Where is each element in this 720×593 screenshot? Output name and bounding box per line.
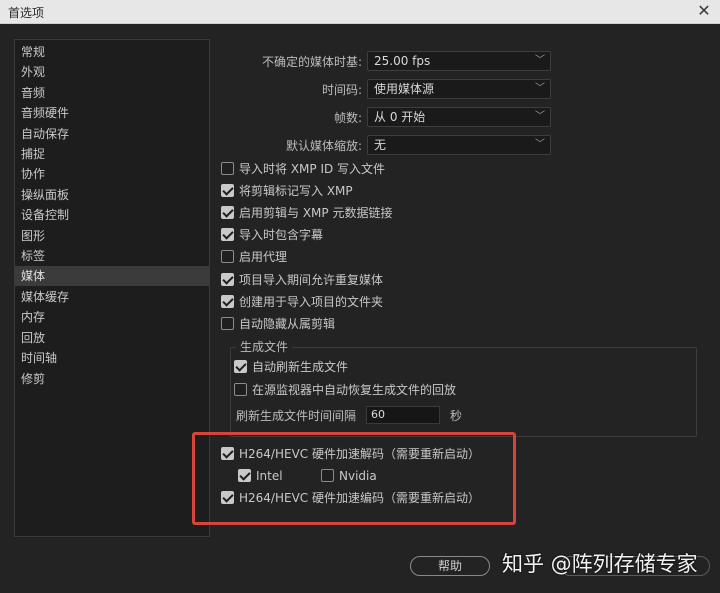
- frames-value: 从 0 开始: [374, 110, 426, 124]
- proxy-label: 启用代理: [239, 250, 288, 264]
- auto-refresh-checkbox[interactable]: [234, 360, 247, 373]
- chevron-down-icon: ﹀: [535, 111, 545, 122]
- proxy-checkbox[interactable]: [221, 250, 234, 263]
- sidebar-item-memory[interactable]: 内存: [15, 307, 209, 327]
- scale-dropdown[interactable]: 无 ﹀: [367, 135, 551, 155]
- sidebar-item-audio-hardware[interactable]: 音频硬件: [15, 103, 209, 123]
- sidebar-item-appearance[interactable]: 外观: [15, 62, 209, 82]
- captions-checkbox[interactable]: [221, 228, 234, 241]
- hide-subclips-label: 自动隐藏从属剪辑: [239, 317, 336, 331]
- timecode-dropdown[interactable]: 使用媒体源 ﹀: [367, 79, 551, 99]
- interval-unit: 秒: [450, 409, 463, 423]
- clip-markers-label: 将剪辑标记写入 XMP: [239, 184, 353, 198]
- window-title: 首选项: [8, 6, 45, 20]
- timebase-label: 不确定的媒体时基:: [261, 55, 362, 69]
- timecode-value: 使用媒体源: [374, 82, 435, 96]
- timecode-label: 时间码:: [321, 83, 362, 97]
- xmp-link-checkbox[interactable]: [221, 206, 234, 219]
- scale-label: 默认媒体缩放:: [285, 139, 362, 153]
- sidebar-item-auto-save[interactable]: 自动保存: [15, 124, 209, 144]
- interval-input[interactable]: 60: [366, 406, 440, 424]
- auto-refresh-label: 自动刷新生成文件: [252, 360, 349, 374]
- hide-subclips-checkbox[interactable]: [221, 317, 234, 330]
- sidebar-item-media-cache[interactable]: 媒体缓存: [15, 287, 209, 307]
- import-folder-checkbox[interactable]: [221, 295, 234, 308]
- auto-resume-label: 在源监视器中自动恢复生成文件的回放: [252, 383, 457, 397]
- help-button[interactable]: 帮助: [410, 556, 490, 576]
- auto-resume-checkbox[interactable]: [234, 383, 247, 396]
- watermark: 知乎 @阵列存储专家: [502, 552, 698, 576]
- generated-files-title: 生成文件: [236, 340, 293, 354]
- sidebar-item-labels[interactable]: 标签: [15, 246, 209, 266]
- frames-dropdown[interactable]: 从 0 开始 ﹀: [367, 107, 551, 127]
- timebase-dropdown[interactable]: 25.00 fps ﹀: [367, 51, 551, 71]
- category-list[interactable]: 常规 外观 音频 音频硬件 自动保存 捕捉 协作 操纵面板 设备控制 图形 标签…: [14, 39, 210, 537]
- sidebar-item-capture[interactable]: 捕捉: [15, 144, 209, 164]
- sidebar-item-trim[interactable]: 修剪: [15, 369, 209, 389]
- duplicate-media-label: 项目导入期间允许重复媒体: [239, 273, 384, 287]
- sidebar-item-device-control[interactable]: 设备控制: [15, 205, 209, 225]
- xmp-id-label: 导入时将 XMP ID 写入文件: [239, 162, 386, 176]
- sidebar-item-playback[interactable]: 回放: [15, 328, 209, 348]
- chevron-down-icon: ﹀: [535, 55, 545, 66]
- captions-label: 导入时包含字幕: [239, 228, 324, 242]
- xmp-id-checkbox[interactable]: [221, 162, 234, 175]
- sidebar-item-timeline[interactable]: 时间轴: [15, 348, 209, 368]
- import-folder-label: 创建用于导入项目的文件夹: [239, 295, 384, 309]
- sidebar-item-audio[interactable]: 音频: [15, 83, 209, 103]
- frames-label: 帧数:: [333, 111, 362, 125]
- title-bar: 首选项 ✕: [0, 0, 720, 24]
- highlight-box: [192, 432, 516, 525]
- chevron-down-icon: ﹀: [535, 139, 545, 150]
- duplicate-media-checkbox[interactable]: [221, 273, 234, 286]
- chevron-down-icon: ﹀: [535, 83, 545, 94]
- interval-label: 刷新生成文件时间间隔: [236, 409, 357, 423]
- sidebar-item-media[interactable]: 媒体: [15, 266, 209, 286]
- timebase-value: 25.00 fps: [374, 54, 431, 68]
- close-icon[interactable]: ✕: [694, 1, 714, 21]
- clip-markers-checkbox[interactable]: [221, 184, 234, 197]
- sidebar-item-graphics[interactable]: 图形: [15, 226, 209, 246]
- sidebar-item-general[interactable]: 常规: [15, 42, 209, 62]
- sidebar-item-control-surface[interactable]: 操纵面板: [15, 185, 209, 205]
- scale-value: 无: [374, 138, 387, 152]
- xmp-link-label: 启用剪辑与 XMP 元数据链接: [239, 206, 393, 220]
- sidebar-item-collaboration[interactable]: 协作: [15, 164, 209, 184]
